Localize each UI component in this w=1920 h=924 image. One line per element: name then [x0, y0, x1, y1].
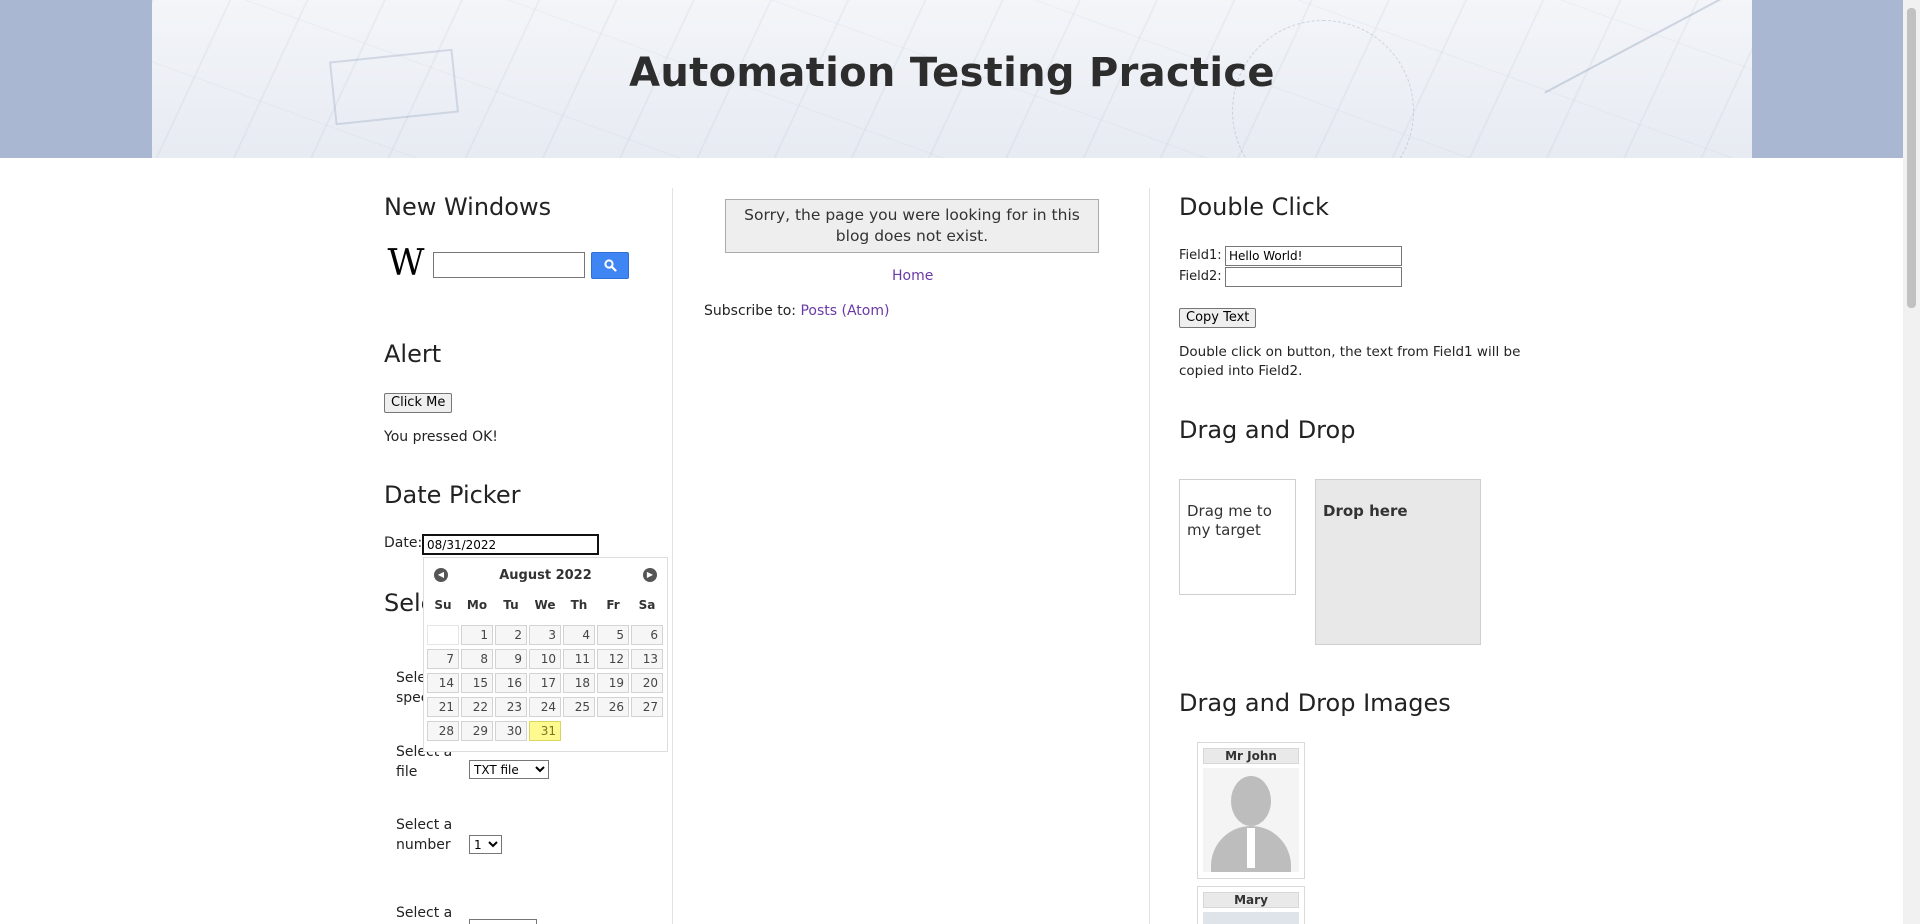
alert-click-me-button[interactable]: Click Me — [384, 393, 453, 413]
datepicker-next-icon[interactable]: ▶ — [643, 568, 657, 582]
datepicker-day[interactable]: 22 — [461, 697, 493, 717]
page-title: Automation Testing Practice — [629, 50, 1275, 96]
datepicker-day[interactable]: 7 — [427, 649, 459, 669]
datepicker-day[interactable]: 8 — [461, 649, 493, 669]
scrollbar-thumb[interactable] — [1907, 8, 1916, 308]
date-picker-heading: Date Picker — [384, 481, 521, 509]
wikipedia-logo-icon: W — [387, 243, 425, 284]
datepicker-day[interactable]: 5 — [597, 625, 629, 645]
alert-heading: Alert — [384, 340, 442, 368]
wikipedia-search-button[interactable] — [591, 252, 629, 279]
datepicker-weekday: Tu — [503, 598, 519, 612]
field1-input[interactable] — [1225, 246, 1402, 266]
datepicker-day[interactable]: 25 — [563, 697, 595, 717]
field2-label: Field2: — [1179, 269, 1222, 284]
header-banner: Automation Testing Practice — [152, 0, 1752, 158]
datepicker-popup: August 2022 ◀ ▶ Su Mo Tu We Th Fr Sa 1 2 3 4 5 6 7 8 9 1… — [423, 557, 668, 752]
page-scrollbar[interactable] — [1903, 0, 1920, 924]
double-click-description: Double click on button, the text from Fi… — [1179, 344, 1521, 379]
datepicker-prev-icon[interactable]: ◀ — [434, 568, 448, 582]
datepicker-day[interactable]: 30 — [495, 721, 527, 741]
person-avatar-icon — [1203, 912, 1299, 924]
datepicker-day[interactable]: 26 — [597, 697, 629, 717]
datepicker-weekday: Mo — [466, 598, 488, 612]
datepicker-day[interactable]: 15 — [461, 673, 493, 693]
datepicker-day[interactable]: 1 — [461, 625, 493, 645]
datepicker-day[interactable]: 9 — [495, 649, 527, 669]
datepicker-weekday: Sa — [638, 598, 656, 612]
column-divider — [1149, 188, 1150, 924]
subscribe-label: Subscribe to: — [704, 303, 797, 319]
drag-and-drop-images-heading: Drag and Drop Images — [1179, 689, 1451, 717]
datepicker-day[interactable]: 2 — [495, 625, 527, 645]
header-banner-background: Automation Testing Practice — [0, 0, 1920, 158]
datepicker-day[interactable]: 19 — [597, 673, 629, 693]
datepicker-day[interactable]: 13 — [631, 649, 663, 669]
datepicker-day[interactable]: 11 — [563, 649, 595, 669]
datepicker-month-year: August 2022 — [499, 568, 592, 583]
datepicker-weekday: Su — [434, 598, 452, 612]
number-label: Select a number — [396, 817, 453, 853]
alert-result-text: You pressed OK! — [384, 429, 498, 445]
double-click-heading: Double Click — [1179, 193, 1329, 221]
subscribe-row: Subscribe to: Posts (Atom) — [704, 303, 889, 319]
gallery-card[interactable]: Mr John — [1197, 742, 1305, 879]
datepicker-weekday: We — [534, 598, 556, 612]
column-divider — [672, 188, 673, 924]
datepicker-empty-cell — [427, 625, 459, 645]
datepicker-day[interactable]: 27 — [631, 697, 663, 717]
date-label: Date: — [384, 535, 423, 551]
copy-text-button[interactable]: Copy Text — [1179, 308, 1257, 328]
datepicker-day[interactable]: 6 — [631, 625, 663, 645]
datepicker-day[interactable]: 20 — [631, 673, 663, 693]
search-icon — [603, 259, 617, 272]
file-select[interactable]: TXT file — [469, 760, 549, 779]
datepicker-day[interactable]: 10 — [529, 649, 561, 669]
draggable-box[interactable]: Drag me to my target — [1179, 479, 1296, 595]
person-avatar-icon — [1203, 768, 1299, 872]
datepicker-weekday: Fr — [606, 598, 620, 612]
datepicker-day[interactable]: 29 — [461, 721, 493, 741]
droppable-box[interactable]: Drop here — [1315, 479, 1481, 645]
card-name: Mr John — [1203, 748, 1299, 764]
droppable-text: Drop here — [1323, 502, 1408, 520]
home-link[interactable]: Home — [892, 268, 933, 284]
datepicker-day[interactable]: 28 — [427, 721, 459, 741]
field2-input[interactable] — [1225, 267, 1402, 287]
datepicker-day[interactable]: 24 — [529, 697, 561, 717]
posts-atom-link[interactable]: Posts (Atom) — [800, 303, 889, 319]
datepicker-day[interactable]: 16 — [495, 673, 527, 693]
draggable-text: Drag me to my target — [1187, 502, 1272, 539]
datepicker-day[interactable]: 21 — [427, 697, 459, 717]
datepicker-day[interactable]: 12 — [597, 649, 629, 669]
date-input[interactable] — [422, 534, 599, 555]
datepicker-day[interactable]: 18 — [563, 673, 595, 693]
field1-label: Field1: — [1179, 248, 1222, 263]
wikipedia-search-input[interactable] — [433, 252, 585, 278]
datepicker-day[interactable]: 4 — [563, 625, 595, 645]
datepicker-weekday: Th — [570, 598, 588, 612]
datepicker-day[interactable]: 14 — [427, 673, 459, 693]
not-found-message: Sorry, the page you were looking for in … — [725, 199, 1099, 253]
title-label: Select a — [396, 905, 453, 921]
gallery-card[interactable]: Mary — [1197, 886, 1305, 924]
datepicker-day[interactable]: 31 — [529, 721, 561, 741]
title-select[interactable] — [469, 919, 537, 924]
datepicker-day[interactable]: 23 — [495, 697, 527, 717]
new-windows-heading: New Windows — [384, 193, 552, 221]
datepicker-day[interactable]: 3 — [529, 625, 561, 645]
number-select[interactable]: 1 — [469, 835, 502, 854]
datepicker-day[interactable]: 17 — [529, 673, 561, 693]
card-name: Mary — [1203, 892, 1299, 908]
drag-and-drop-heading: Drag and Drop — [1179, 416, 1356, 444]
